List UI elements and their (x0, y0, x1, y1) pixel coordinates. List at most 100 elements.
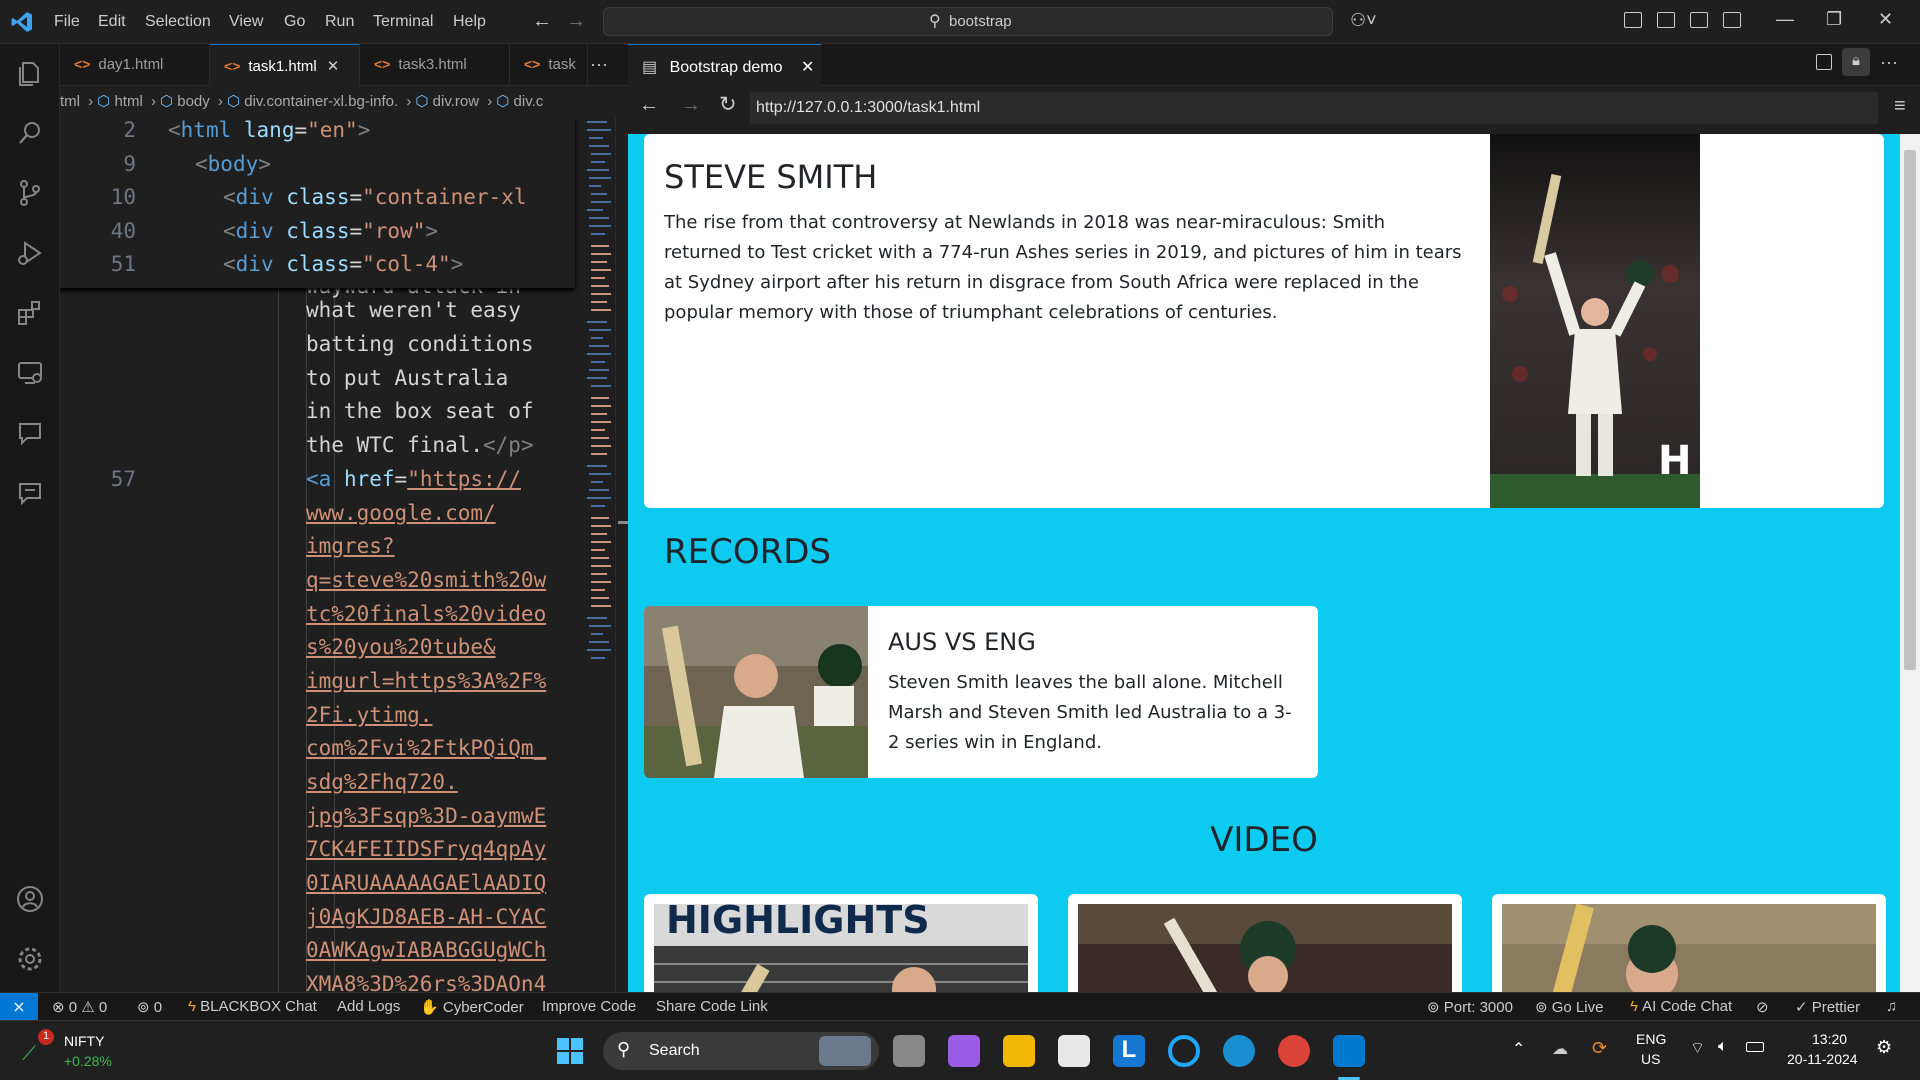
video-card[interactable] (1068, 894, 1462, 992)
close-tab-icon[interactable]: ✕ (801, 59, 814, 76)
battery-icon[interactable] (1746, 1042, 1764, 1052)
chat-icon[interactable] (15, 418, 45, 448)
code-url-line[interactable]: j0AgKJD8AEB-AH-CYAC (306, 905, 546, 929)
menu-view[interactable]: View (229, 13, 263, 31)
back-arrow-icon[interactable]: ← (532, 10, 552, 33)
breadcrumb-item[interactable]: div.c (514, 93, 544, 110)
remote-explorer-icon[interactable] (15, 358, 45, 388)
search-icon[interactable] (15, 118, 45, 148)
run-debug-icon[interactable] (15, 238, 45, 268)
code-url-line[interactable]: XMA8%3D%26rs%3DAOn4 (306, 972, 546, 992)
tab-task1[interactable]: <> task1.html ✕ (210, 44, 360, 86)
notifications-bell-icon[interactable]: ♫ (1886, 998, 1897, 1015)
remote-indicator-icon[interactable]: ⨯ (0, 993, 38, 1021)
sticky-line[interactable]: <div class="col-4"> (223, 252, 463, 276)
onedrive-icon[interactable]: ☁ (1552, 1039, 1568, 1059)
url-input[interactable]: http://127.0.0.1:3000/task1.html (750, 92, 1878, 124)
vscode-taskbar-icon[interactable] (1333, 1035, 1365, 1067)
explorer-icon[interactable] (15, 58, 45, 88)
menu-run[interactable]: Run (325, 13, 354, 31)
improve-code-button[interactable]: Improve Code (542, 998, 636, 1015)
blackbox-chat-button[interactable]: ϟ BLACKBOX Chat (188, 998, 317, 1015)
clock-time[interactable]: 13:20 (1812, 1031, 1847, 1047)
sticky-line[interactable]: <html lang="en"> (168, 118, 370, 142)
sticky-scroll-header[interactable]: 2 <html lang="en"> 9 <body> 10 <div clas… (60, 116, 575, 288)
command-center-search[interactable]: ⚲ bootstrap (603, 7, 1333, 36)
menu-file[interactable]: File (54, 13, 80, 31)
task-view-icon[interactable] (893, 1035, 925, 1067)
taskbar-search[interactable]: ⚲ Search (603, 1032, 879, 1070)
tab-task3[interactable]: <> task3.html (360, 44, 510, 86)
hamburger-menu-icon[interactable]: ≡ (1894, 95, 1906, 118)
sticky-line[interactable]: <body> (195, 152, 271, 176)
code-url-line[interactable]: www.google.com/ (306, 501, 496, 525)
microsoft-store-icon[interactable] (1058, 1035, 1090, 1067)
comments-icon[interactable] (15, 478, 45, 508)
code-url-line[interactable]: imgres? (306, 534, 395, 558)
reload-icon[interactable]: ↻ (719, 92, 737, 117)
restore-icon[interactable]: ❐ (1826, 9, 1842, 30)
customize-layout-icon[interactable] (1723, 12, 1741, 28)
code-url-line[interactable]: sdg%2Fhq720. (306, 770, 458, 794)
clock-date[interactable]: 20-11-2024 (1787, 1051, 1858, 1067)
windows-start-icon[interactable] (556, 1037, 584, 1065)
chrome-browser-icon[interactable] (1278, 1035, 1310, 1067)
menu-terminal[interactable]: Terminal (373, 13, 433, 31)
more-actions-icon[interactable]: ··· (590, 54, 608, 75)
toggle-primary-sidebar-icon[interactable] (1624, 12, 1642, 28)
code-url-line[interactable]: 0AWKAgwIABABGGUgWCh (306, 938, 546, 962)
menu-edit[interactable]: Edit (98, 13, 126, 31)
close-window-icon[interactable]: ✕ (1878, 9, 1893, 30)
code-url-line[interactable]: s%20you%20tube& (306, 635, 496, 659)
wifi-icon[interactable]: ⌔ (1690, 1038, 1705, 1058)
edge-browser-icon[interactable] (1223, 1035, 1255, 1067)
accounts-icon[interactable] (15, 884, 45, 914)
split-editor-icon[interactable] (1816, 54, 1832, 70)
code-url-line[interactable]: tc%20finals%20video (306, 602, 546, 626)
l-app-icon[interactable]: L (1113, 1035, 1145, 1067)
page-scrollbar-thumb[interactable] (1904, 150, 1916, 670)
video-card[interactable]: HIGHLIGHTS (644, 894, 1038, 992)
toggle-secondary-sidebar-icon[interactable] (1690, 12, 1708, 28)
code-url-line[interactable]: 7CK4FEIIDSFryq4qpAy (306, 837, 546, 861)
code-url-line[interactable]: q=steve%20smith%20w (306, 568, 546, 592)
ai-code-chat-button[interactable]: ϟ AI Code Chat (1630, 998, 1732, 1015)
file-explorer-icon[interactable] (1003, 1035, 1035, 1067)
code-editor[interactable]: wayward attack in what weren't easy batt… (60, 116, 590, 992)
back-arrow-icon[interactable]: ← (639, 94, 659, 117)
share-code-link-button[interactable]: Share Code Link (656, 998, 768, 1015)
cortana-icon[interactable] (1168, 1035, 1200, 1067)
ports-indicator[interactable]: ⊚ 0 (137, 998, 162, 1016)
forward-arrow-icon[interactable]: → (681, 94, 701, 117)
close-tab-icon[interactable]: ✕ (327, 58, 340, 75)
code-url-line[interactable]: com%2Fvi%2FtkPQiQm_ (306, 736, 546, 760)
volume-icon[interactable]: 🔈︎ (1718, 1038, 1728, 1056)
sync-icon[interactable]: ⟳ (1592, 1038, 1607, 1059)
copilot-app-icon[interactable] (948, 1035, 980, 1067)
code-url-line[interactable]: 2Fi.ytimg. (306, 703, 432, 727)
prettier-button[interactable]: ✓ Prettier (1795, 998, 1860, 1016)
forward-arrow-icon[interactable]: → (566, 10, 586, 33)
more-actions-icon[interactable]: ··· (1880, 52, 1898, 73)
source-control-icon[interactable] (15, 178, 45, 208)
region-indicator[interactable]: US (1641, 1051, 1660, 1067)
tab-task-truncated[interactable]: <> task (510, 44, 588, 86)
show-hidden-icons-icon[interactable]: ⌃ (1512, 1039, 1525, 1059)
minimap[interactable] (585, 116, 615, 676)
lock-group-icon[interactable]: 🔒︎ (1842, 48, 1870, 76)
menu-selection[interactable]: Selection (145, 13, 211, 31)
go-live-button[interactable]: ⊚ Go Live (1535, 998, 1603, 1016)
problems-indicator[interactable]: ⊗ 0 ⚠ 0 (52, 998, 107, 1016)
cybercoder-button[interactable]: ✋ CyberCoder (420, 998, 524, 1016)
code-url-line[interactable]: imgurl=https%3A%2F% (306, 669, 546, 693)
language-indicator[interactable]: ENG (1636, 1031, 1666, 1047)
sticky-line[interactable]: <div class="row"> (223, 219, 438, 243)
add-logs-button[interactable]: Add Logs (337, 998, 400, 1015)
settings-gear-icon[interactable] (15, 944, 45, 974)
breadcrumb-item[interactable]: div.container-xl.bg-info. (244, 93, 398, 110)
breadcrumb-item[interactable]: html (114, 93, 142, 110)
notification-center-icon[interactable]: ⚙ (1876, 1037, 1892, 1058)
menu-help[interactable]: Help (453, 13, 486, 31)
code-url-line[interactable]: jpg%3Fsqp%3D-oaymwE (306, 804, 546, 828)
copilot-icon[interactable]: ⚇˅ (1350, 10, 1377, 31)
